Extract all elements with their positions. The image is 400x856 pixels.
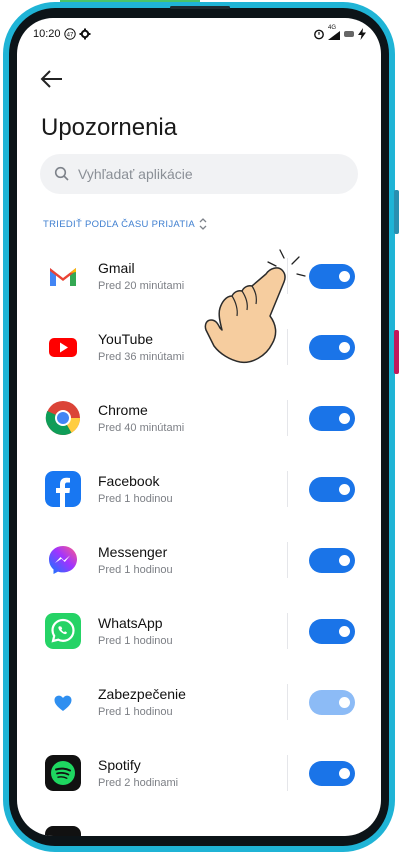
- partial-app-icon: [45, 826, 81, 836]
- notification-toggle[interactable]: [309, 264, 355, 289]
- facebook-icon: [45, 471, 81, 507]
- back-arrow-icon[interactable]: [39, 66, 65, 92]
- list-item-facebook[interactable]: Facebook Pred 1 hodinou: [17, 459, 381, 519]
- data-saver-icon: [344, 31, 354, 37]
- alarm-icon: [314, 29, 324, 40]
- status-bar: 10:20 47 4G: [17, 18, 381, 48]
- notification-toggle[interactable]: [309, 619, 355, 644]
- svg-text:47: 47: [67, 32, 74, 38]
- whatsapp-icon: [45, 613, 81, 649]
- notification-toggle[interactable]: [309, 548, 355, 573]
- app-time: Pred 36 minútami: [98, 351, 185, 363]
- app-time: Pred 1 hodinou: [98, 564, 173, 576]
- app-name: Zabezpečenie: [98, 686, 186, 702]
- app-name: YouTube: [98, 331, 154, 347]
- sort-chevron-icon[interactable]: [197, 217, 209, 231]
- power-button: [394, 330, 399, 374]
- page-title: Upozornenia: [41, 114, 178, 141]
- divider: [287, 755, 288, 791]
- list-item-security[interactable]: Zabezpečenie Pred 1 hodinou: [17, 672, 381, 732]
- search-placeholder: Vyhľadať aplikácie: [78, 166, 193, 182]
- tap-hand-icon: [204, 249, 306, 364]
- list-item-whatsapp[interactable]: WhatsApp Pred 1 hodinou: [17, 601, 381, 661]
- divider: [287, 400, 288, 436]
- search-input[interactable]: Vyhľadať aplikácie: [40, 154, 358, 194]
- sort-label[interactable]: TRIEDIŤ PODĽA ČASU PRIJATIA: [43, 219, 195, 230]
- chrome-icon: [45, 401, 80, 435]
- divider: [287, 613, 288, 649]
- notification-badge-icon: 47: [64, 28, 76, 40]
- divider: [287, 684, 288, 720]
- app-name: Gmail: [98, 260, 135, 276]
- youtube-icon: [49, 338, 77, 357]
- heart-icon: [54, 695, 72, 711]
- search-icon: [54, 166, 69, 181]
- spotify-icon: [45, 755, 81, 791]
- notification-toggle[interactable]: [309, 477, 355, 502]
- app-time: Pred 1 hodinou: [98, 706, 173, 718]
- notification-toggle[interactable]: [309, 335, 355, 360]
- volume-button: [394, 190, 399, 234]
- notification-toggle[interactable]: [309, 406, 355, 431]
- notification-toggle[interactable]: [309, 761, 355, 786]
- app-time: Pred 20 minútami: [98, 280, 185, 292]
- app-time: Pred 2 hodinami: [98, 777, 179, 789]
- app-name: Chrome: [98, 402, 148, 418]
- status-time: 10:20: [33, 28, 61, 40]
- app-time: Pred 40 minútami: [98, 422, 185, 434]
- messenger-icon: [49, 546, 77, 574]
- divider: [287, 542, 288, 578]
- earpiece: [170, 6, 230, 9]
- frame-highlight: [60, 0, 200, 2]
- app-time: Pred 1 hodinou: [98, 635, 173, 647]
- charging-icon: [358, 28, 366, 40]
- list-item-spotify[interactable]: Spotify Pred 2 hodinami: [17, 743, 381, 803]
- app-name: Messenger: [98, 544, 168, 560]
- list-item-chrome[interactable]: Chrome Pred 40 minútami: [17, 388, 381, 448]
- gear-icon: [79, 28, 91, 40]
- phone-mockup: 10:20 47 4G Upozornenia Vyhľadať aplikác…: [0, 0, 400, 856]
- notification-toggle: [309, 690, 355, 715]
- list-item-messenger[interactable]: Messenger Pred 1 hodinou: [17, 530, 381, 590]
- app-name: Facebook: [98, 473, 160, 489]
- app-name: WhatsApp: [98, 615, 163, 631]
- app-name: Spotify: [98, 757, 141, 773]
- signal-icon: [328, 31, 340, 40]
- gmail-icon: [49, 266, 77, 286]
- divider: [287, 471, 288, 507]
- screen: 10:20 47 4G Upozornenia Vyhľadať aplikác…: [17, 18, 381, 836]
- app-time: Pred 1 hodinou: [98, 493, 173, 505]
